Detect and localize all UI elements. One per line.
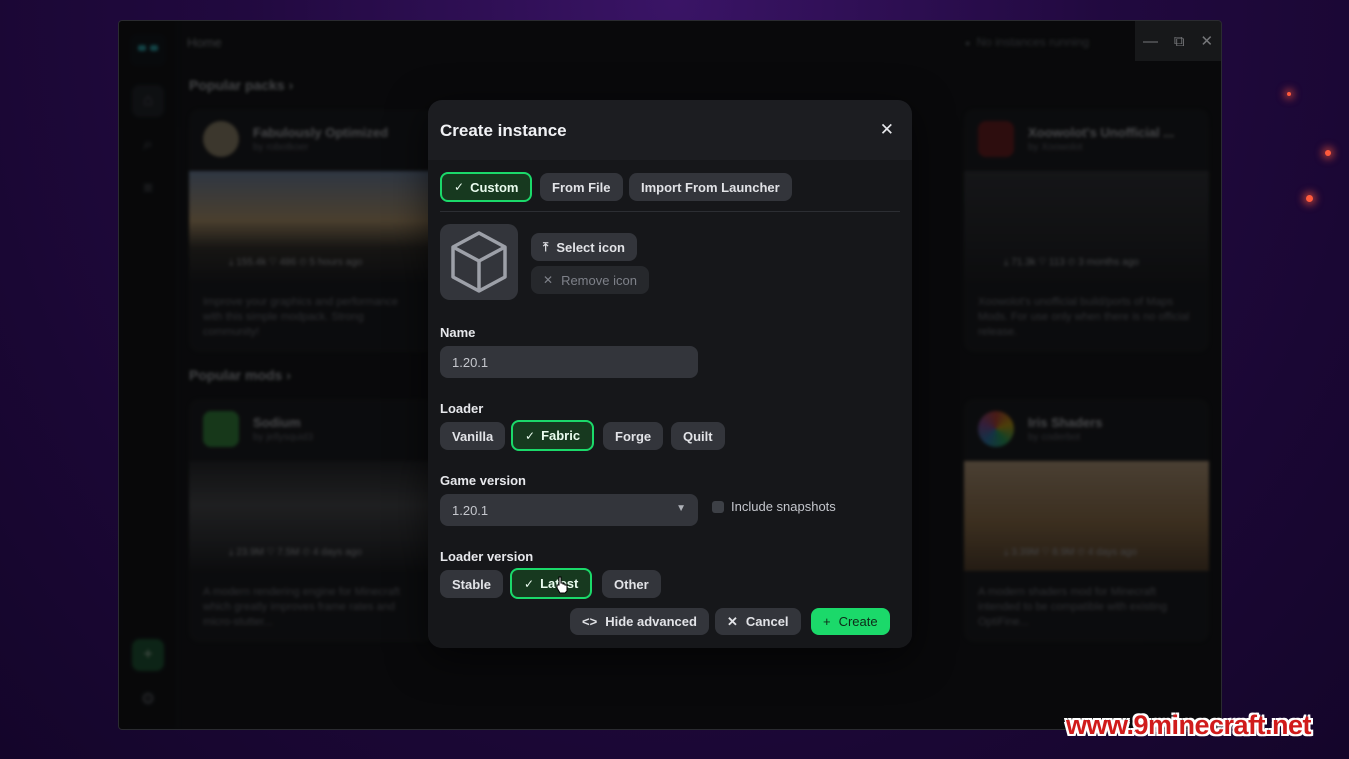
cancel-button[interactable]: ✕ Cancel	[715, 608, 801, 635]
loader-option-label: Forge	[615, 428, 652, 444]
check-icon: ✓	[454, 180, 465, 194]
loader-fabric[interactable]: ✓ Fabric	[511, 420, 595, 451]
cube-icon	[451, 231, 507, 293]
remove-icon-label: Remove icon	[561, 272, 637, 288]
tab-custom[interactable]: ✓ Custom	[440, 172, 533, 202]
select-icon-button[interactable]: ⤒ Select icon	[531, 233, 637, 261]
hide-advanced-label: Hide advanced	[605, 614, 697, 629]
loader-version-stable[interactable]: Stable	[440, 570, 504, 598]
loader-label: Loader	[440, 401, 484, 416]
divider	[440, 211, 900, 212]
loader-quilt[interactable]: Quilt	[671, 422, 725, 450]
cancel-label: Cancel	[745, 614, 789, 629]
check-icon: ✓	[524, 576, 535, 591]
name-input[interactable]: 1.20.1	[440, 346, 698, 378]
x-icon: ✕	[727, 613, 738, 629]
checkbox-box[interactable]	[712, 500, 724, 513]
close-icon[interactable]: ✕	[880, 120, 894, 140]
loader-version-option-label: Other	[614, 576, 649, 592]
loader-version-other[interactable]: Other	[602, 570, 661, 598]
create-button[interactable]: + Create	[811, 608, 890, 635]
include-snapshots-checkbox[interactable]: Include snapshots	[712, 499, 836, 514]
loader-option-label: Vanilla	[452, 428, 494, 444]
check-icon: ✓	[525, 428, 536, 443]
loader-version-latest[interactable]: ✓Latest	[510, 568, 593, 599]
background-spark	[1306, 195, 1313, 202]
game-version-value: 1.20.1	[452, 502, 489, 518]
upload-icon: ⤒	[543, 239, 549, 254]
hide-advanced-button[interactable]: <> Hide advanced	[570, 608, 709, 635]
x-icon: ✕	[543, 273, 554, 287]
background-spark	[1325, 150, 1331, 156]
tab-from-file[interactable]: From File	[540, 173, 623, 201]
chevron-down-icon: ▼	[676, 503, 686, 514]
create-instance-modal: Create instance ✕ ✓ Custom From File Impo…	[428, 100, 912, 648]
pointer-cursor-icon	[556, 576, 568, 594]
background-spark	[1287, 92, 1291, 96]
loader-forge[interactable]: Forge	[603, 422, 664, 450]
tab-label: Custom	[470, 179, 519, 195]
modal-title: Create instance	[440, 121, 567, 140]
loader-option-label: Fabric	[541, 428, 581, 443]
game-version-label: Game version	[440, 473, 526, 488]
tab-import-from-launcher[interactable]: Import From Launcher	[629, 173, 792, 201]
tab-label: Import From Launcher	[641, 179, 780, 195]
loader-vanilla[interactable]: Vanilla	[440, 422, 506, 450]
watermark: www.9minecraft.net	[1065, 710, 1312, 740]
loader-version-option-label: Stable	[452, 576, 492, 592]
include-snapshots-label: Include snapshots	[731, 499, 836, 514]
create-label: Create	[838, 614, 878, 629]
name-label: Name	[440, 325, 476, 340]
remove-icon-button[interactable]: ✕ Remove icon	[531, 266, 649, 294]
loader-version-label: Loader version	[440, 549, 534, 564]
tab-label: From File	[552, 179, 611, 195]
instance-icon-preview	[440, 224, 518, 300]
plus-icon: +	[823, 614, 831, 629]
game-version-select[interactable]: 1.20.1 ▼	[440, 494, 698, 526]
modal-header: Create instance ✕	[428, 100, 912, 160]
code-icon: <>	[582, 614, 598, 629]
loader-option-label: Quilt	[683, 428, 713, 444]
select-icon-label: Select icon	[556, 239, 625, 255]
modal-body: ✓ Custom From File Import From Launcher ⤒…	[428, 160, 912, 648]
